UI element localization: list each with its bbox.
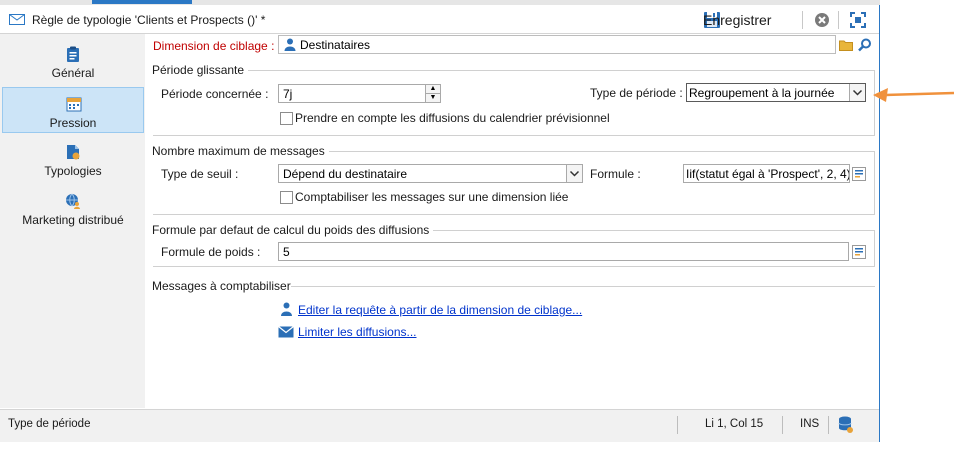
max-messages-group — [153, 151, 875, 215]
pression-panel: Dimension de ciblage : Destinataires Pér… — [145, 34, 879, 408]
cancel-icon[interactable] — [814, 12, 830, 28]
linked-dimension-label: Comptabiliser les messages sur une dimen… — [295, 190, 569, 204]
period-label: Période concernée : — [161, 87, 269, 101]
sidebar-item-label: Pression — [49, 116, 97, 130]
targeting-dimension-field[interactable]: Destinataires — [278, 35, 836, 54]
threshold-type-value: Dépend du destinataire — [283, 167, 408, 181]
rule-window: Règle de typologie 'Clients et Prospects… — [0, 0, 880, 442]
period-type-label: Type de période : — [590, 86, 683, 100]
threshold-type-dropdown-button[interactable] — [566, 165, 582, 182]
formula-value: Iif(statut égal à 'Prospect', 2, 4) — [686, 167, 849, 181]
sidebar-item-pression[interactable]: Pression — [2, 87, 144, 133]
status-separator — [677, 416, 678, 434]
sidebar-item-label: Typologies — [44, 164, 102, 178]
max-messages-title: Nombre maximum de messages — [152, 144, 329, 158]
calendar-deliveries-label: Prendre en compte les diffusions du cale… — [295, 111, 610, 125]
sidebar-item-label: Général — [51, 66, 95, 80]
title-bar: Règle de typologie 'Clients et Prospects… — [0, 5, 879, 34]
clipboard-icon — [67, 46, 79, 62]
sidebar: Général Pression Typologies Marketing di… — [0, 34, 145, 408]
sidebar-item-label: Marketing distribué — [22, 213, 124, 227]
formula-input[interactable]: Iif(statut égal à 'Prospect', 2, 4) — [683, 164, 850, 183]
status-field-name: Type de période — [8, 418, 91, 430]
recipient-icon — [281, 302, 292, 316]
period-type-select[interactable]: Regroupement à la journée — [686, 83, 866, 102]
status-separator — [782, 416, 783, 434]
typology-rule-icon — [9, 14, 25, 25]
save-button-label: Enregistrer — [703, 12, 772, 28]
calendar-deliveries-checkbox[interactable] — [280, 112, 293, 125]
folder-icon[interactable] — [839, 38, 853, 52]
spin-down-button[interactable]: ▼ — [426, 94, 440, 102]
period-type-dropdown-button[interactable] — [849, 84, 865, 101]
typology-icon — [67, 145, 80, 160]
period-input[interactable]: 7j ▲ ▼ — [278, 84, 441, 103]
formula-label: Formule : — [590, 167, 641, 181]
chevron-down-icon — [852, 89, 863, 96]
save-button[interactable]: Enregistrer — [703, 9, 771, 31]
limit-deliveries-link[interactable]: Limiter les diffusions... — [298, 325, 417, 339]
targeting-dimension-value: Destinataires — [300, 38, 371, 52]
messages-count-divider — [291, 286, 875, 287]
envelope-icon — [278, 326, 294, 338]
status-separator — [828, 416, 829, 434]
linked-dimension-checkbox[interactable] — [280, 191, 293, 204]
messages-count-title: Messages à comptabiliser — [152, 279, 295, 293]
sidebar-item-typologies[interactable]: Typologies — [2, 136, 144, 182]
weight-formula-input[interactable]: 5 — [278, 242, 849, 261]
annotation-arrow — [873, 88, 955, 102]
search-icon[interactable] — [858, 38, 872, 52]
recipient-icon — [284, 38, 296, 51]
top-accent-bar — [92, 0, 192, 4]
status-bar: Type de période Li 1, Col 15 INS — [0, 409, 879, 442]
calendar-icon — [66, 97, 82, 112]
spin-up-button[interactable]: ▲ — [426, 85, 440, 94]
weight-formula-label: Formule de poids : — [161, 245, 261, 259]
sidebar-item-marketing-distribue[interactable]: Marketing distribué — [2, 185, 144, 231]
database-icon — [838, 416, 853, 433]
sidebar-item-general[interactable]: Général — [2, 38, 144, 84]
expression-editor-icon[interactable] — [852, 245, 866, 259]
sliding-period-title: Période glissante — [152, 63, 249, 77]
weight-formula-title: Formule par defaut de calcul du poids de… — [152, 223, 434, 237]
threshold-type-select[interactable]: Dépend du destinataire — [278, 164, 583, 183]
period-type-value: Regroupement à la journée — [689, 86, 835, 100]
window-title: Règle de typologie 'Clients et Prospects… — [32, 13, 266, 27]
toolbar-separator — [802, 11, 803, 29]
globe-user-icon — [66, 193, 80, 209]
toolbar-separator — [838, 11, 839, 29]
period-value: 7j — [283, 87, 293, 101]
edit-query-link[interactable]: Editer la requête à partir de la dimensi… — [298, 303, 582, 317]
maximize-icon[interactable] — [850, 12, 866, 28]
weight-formula-value: 5 — [283, 245, 290, 259]
expression-editor-icon[interactable] — [852, 167, 866, 181]
chevron-down-icon — [569, 170, 580, 177]
sliding-period-group — [153, 70, 875, 136]
status-cursor-position: Li 1, Col 15 — [705, 418, 764, 430]
period-spinner: ▲ ▼ — [425, 85, 440, 102]
threshold-type-label: Type de seuil : — [161, 167, 239, 181]
status-insert-mode: INS — [800, 418, 820, 430]
targeting-dimension-label: Dimension de ciblage : — [153, 39, 275, 53]
